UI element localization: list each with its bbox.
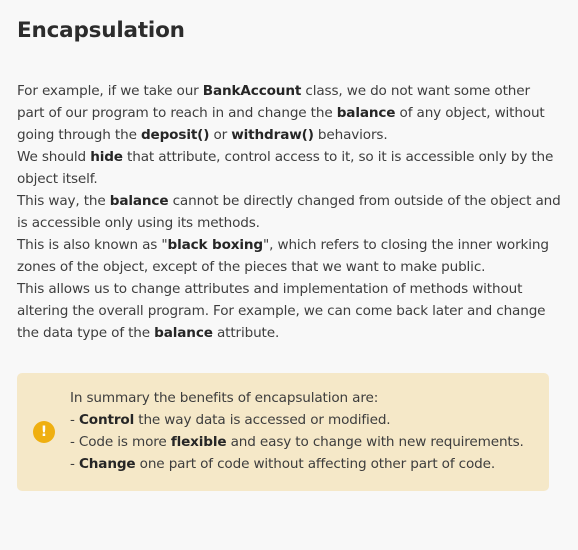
paragraph: For example, if we take our BankAccount … — [17, 80, 561, 146]
text-run: - — [70, 456, 79, 472]
body-text: For example, if we take our BankAccount … — [17, 80, 561, 344]
text-run: or — [209, 127, 232, 143]
page: Encapsulation For example, if we take ou… — [0, 0, 578, 550]
bold-text: BankAccount — [202, 83, 302, 99]
bold-text: Change — [78, 456, 136, 472]
bold-text: balance — [336, 105, 396, 121]
bold-text: hide — [90, 149, 123, 165]
callout-line: - Change one part of code without affect… — [70, 453, 539, 475]
paragraph: We should hide that attribute, control a… — [17, 146, 561, 190]
text-run: behaviors. — [313, 127, 388, 143]
text-run: This way, the — [17, 193, 110, 209]
text-run: attribute. — [212, 325, 280, 341]
bold-text: withdraw() — [231, 127, 314, 143]
bold-text: flexible — [170, 434, 227, 450]
text-run: This allows us to change attributes and … — [17, 281, 546, 341]
callout-line: In summary the benefits of encapsulation… — [70, 387, 539, 409]
bold-text: Control — [78, 412, 135, 428]
text-run: one part of code without affecting other… — [135, 456, 496, 472]
text-run: the way data is accessed or modified. — [134, 412, 391, 428]
bold-text: balance — [154, 325, 213, 341]
paragraph: This is also known as "black boxing", wh… — [17, 234, 561, 278]
paragraph: This way, the balance cannot be directly… — [17, 190, 561, 234]
exclamation-icon: ! — [33, 421, 55, 443]
text-run: - Code is more — [70, 434, 171, 450]
callout-line: - Control the way data is accessed or mo… — [70, 409, 539, 431]
text-run: - — [70, 412, 79, 428]
bold-text: black boxing — [167, 237, 264, 253]
callout-text: In summary the benefits of encapsulation… — [70, 387, 539, 475]
text-run: and easy to change with new requirements… — [226, 434, 524, 450]
summary-callout: ! In summary the benefits of encapsulati… — [17, 373, 549, 491]
page-title: Encapsulation — [17, 18, 185, 43]
text-run: For example, if we take our — [17, 83, 203, 99]
text-run: In summary the benefits of encapsulation… — [70, 390, 379, 406]
callout-line: - Code is more flexible and easy to chan… — [70, 431, 539, 453]
paragraph: This allows us to change attributes and … — [17, 278, 561, 344]
text-run: This is also known as " — [17, 237, 168, 253]
text-run: We should — [17, 149, 91, 165]
bold-text: deposit() — [140, 127, 210, 143]
bold-text: balance — [109, 193, 169, 209]
